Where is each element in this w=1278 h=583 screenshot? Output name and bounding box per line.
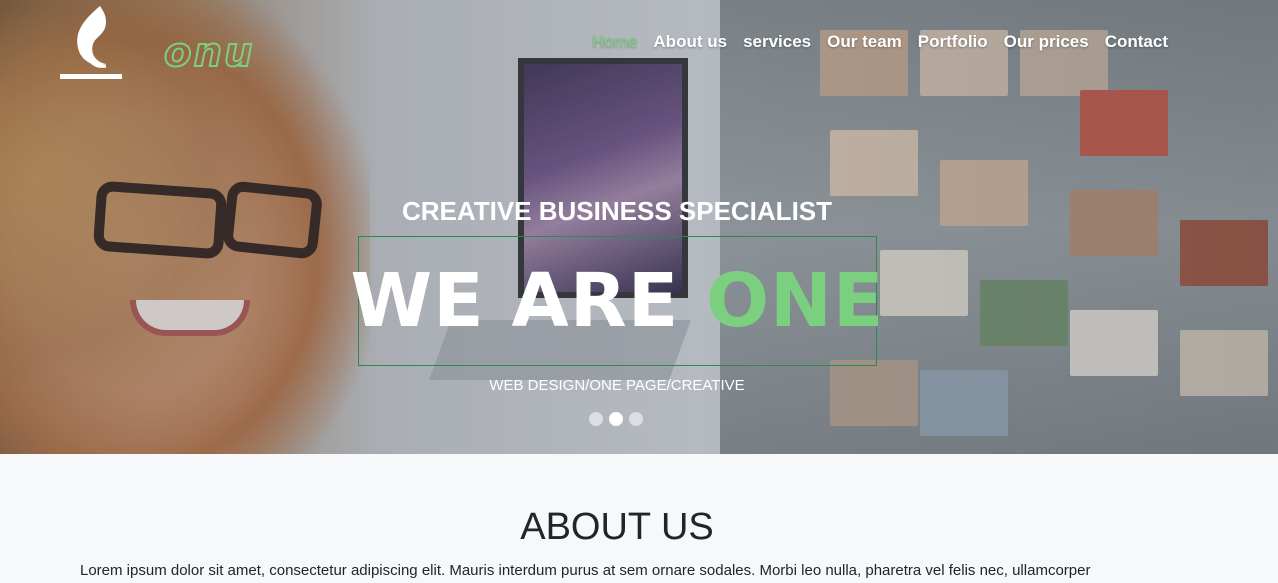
flame-icon bbox=[77, 6, 107, 68]
hero-title-main: WE ARE bbox=[350, 258, 680, 344]
site-logo[interactable]: onu bbox=[60, 4, 253, 84]
slider-indicators bbox=[589, 412, 643, 426]
about-section: ABOUT US Lorem ipsum dolor sit amet, con… bbox=[0, 454, 1278, 583]
hero-slider: onu Home About us services Our team Port… bbox=[0, 0, 1278, 454]
slide-indicator-1[interactable] bbox=[589, 412, 603, 426]
nav-item-our-prices[interactable]: Our prices bbox=[1004, 32, 1089, 52]
logo-underline bbox=[60, 74, 122, 79]
slide-indicator-3[interactable] bbox=[629, 412, 643, 426]
about-text: Lorem ipsum dolor sit amet, consectetur … bbox=[80, 562, 1091, 579]
nav-item-portfolio[interactable]: Portfolio bbox=[918, 32, 988, 52]
main-navigation: Home About us services Our team Portfoli… bbox=[592, 32, 1168, 52]
slide-indicator-2[interactable] bbox=[609, 412, 623, 426]
nav-item-contact[interactable]: Contact bbox=[1105, 32, 1168, 52]
logo-text: onu bbox=[163, 29, 255, 77]
nav-item-our-team[interactable]: Our team bbox=[827, 32, 902, 52]
about-title: ABOUT US bbox=[520, 506, 714, 548]
nav-item-about-us[interactable]: About us bbox=[653, 32, 727, 52]
nav-item-services[interactable]: services bbox=[743, 32, 811, 52]
hero-title-accent: ONE bbox=[706, 258, 885, 344]
hero-tagline: WEB DESIGN/ONE PAGE/CREATIVE bbox=[489, 377, 745, 394]
hero-title: WE ARE ONE bbox=[351, 258, 885, 344]
nav-item-home[interactable]: Home bbox=[592, 32, 637, 52]
hero-kicker: CREATIVE BUSINESS SPECIALIST bbox=[401, 196, 833, 226]
hero-title-box: WE ARE ONE bbox=[351, 236, 883, 366]
